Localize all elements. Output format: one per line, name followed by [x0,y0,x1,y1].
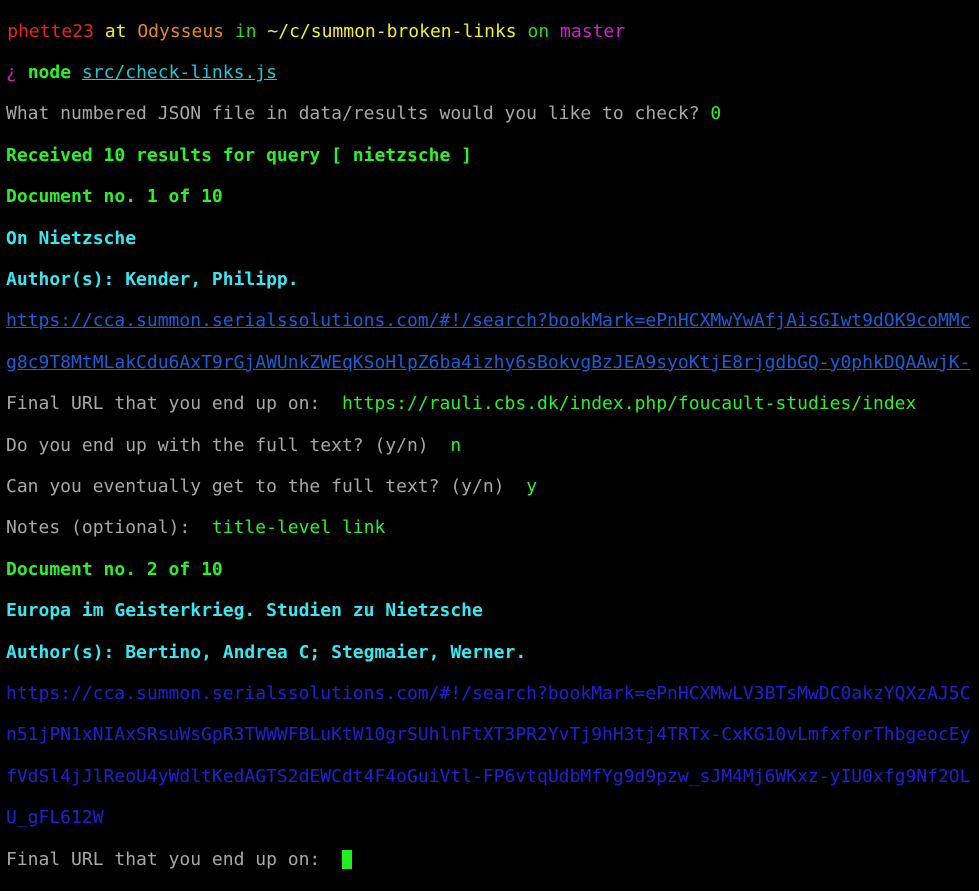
command: node [27,63,72,84]
user: phette23 [7,21,94,42]
eventual-answer: y [526,477,538,497]
doc-link[interactable]: https://cca.summon.serialssolutions.com/… [6,684,979,705]
doc-header: Document no. 1 of 10 [6,187,223,208]
doc-link-cont[interactable]: U_gFL612W [6,808,979,829]
command-line: ¿ node src/check-links.js [6,63,979,84]
final-url: https://rauli.cbs.dk/index.php/foucault-… [341,394,917,415]
received-line: Received 10 results for query [ nietzsch… [6,145,472,166]
command-arg: src/check-links.js [81,63,277,84]
terminal[interactable]: ▸phette23 at Odysseus in ~/c/summon-brok… [0,0,979,891]
prompt-symbol: ¿ [6,63,17,84]
question: What numbered JSON file in data/results … [6,104,700,125]
host: Odysseus [137,21,225,42]
doc-header: Document no. 2 of 10 [6,559,223,580]
final-url-label: Final URL that you end up on: [6,394,321,415]
at: at [104,21,127,42]
in: in [234,21,257,42]
cursor[interactable] [341,849,352,869]
notes-label: Notes (optional): [6,518,191,539]
doc-authors: Author(s): Bertino, Andrea C; Stegmaier,… [6,642,527,663]
doc-link[interactable]: https://cca.summon.serialssolutions.com/… [6,311,979,332]
prompt-line: ▸phette23 at Odysseus in ~/c/summon-brok… [6,22,979,43]
full-text-question: Do you end up with the full text? (y/n) [6,435,429,456]
doc-authors: Author(s): Kender, Philipp. [6,270,299,291]
on: on [527,21,550,42]
doc-title: Europa im Geisterkrieg. Studien zu Nietz… [6,601,483,622]
doc-title: On Nietzsche [6,228,137,249]
eventual-question: Can you eventually get to the full text?… [6,477,505,497]
cwd: ~/c/summon-broken-links [267,21,517,42]
branch: master [560,21,626,42]
final-url-label: Final URL that you end up on: [6,849,321,870]
answer: 0 [710,104,722,125]
question-line: What numbered JSON file in data/results … [6,104,979,125]
doc-link-cont[interactable]: fVdSl4jJlReoU4yWdltKedAGTS2dEWCdt4F4oGui… [6,767,979,788]
doc-link-cont[interactable]: n51jPN1xNIAxSRsuWsGpR3TWWWFBLuKtW10grSUh… [6,725,979,746]
doc-link-cont[interactable]: g8c9T8MtMLakCdu6AxT9rGjAWUnkZWEqKSoHlpZ6… [6,353,979,374]
full-text-answer: n [450,435,462,456]
notes-value: title-level link [211,518,386,539]
